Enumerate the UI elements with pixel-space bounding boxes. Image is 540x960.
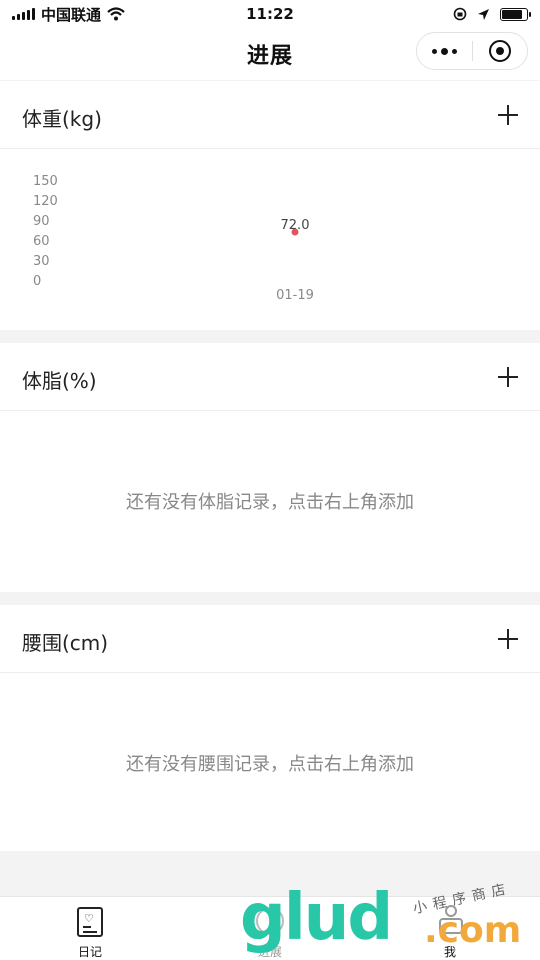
waist-section-header: 腰围(cm) — [0, 605, 540, 673]
tab-bar: ♡ 日记 进展 我 — [0, 896, 540, 960]
more-button[interactable] — [417, 33, 472, 69]
y-tick-label: 60 — [33, 234, 50, 249]
body-fat-empty-text: 还有没有体脂记录，点击右上角添加 — [126, 492, 414, 513]
tab-diary-label: 日记 — [77, 945, 102, 959]
y-tick-label: 120 — [33, 194, 58, 209]
weight-chart-svg: 150 120 90 60 30 0 72.0 01-19 — [33, 174, 314, 303]
me-icon — [438, 905, 464, 937]
close-button[interactable] — [473, 33, 528, 69]
waist-empty-text: 还有没有腰围记录，点击右上角添加 — [126, 754, 414, 775]
waist-section: 腰围(cm) 还有没有腰围记录，点击右上角添加 — [0, 605, 540, 851]
more-icon — [431, 47, 457, 55]
add-body-fat-icon[interactable] — [498, 367, 518, 387]
y-tick-label: 150 — [33, 174, 58, 189]
tab-progress-label: 进展 — [257, 945, 282, 959]
battery-fill — [502, 9, 523, 19]
close-target-icon — [488, 40, 511, 62]
weight-section-header: 体重(kg) — [0, 81, 540, 149]
mini-program-capsule — [416, 32, 528, 70]
waist-title: 腰围(cm) — [22, 631, 109, 655]
progress-icon — [256, 907, 284, 935]
tab-progress[interactable]: 进展 — [180, 897, 360, 960]
battery-icon — [500, 7, 531, 21]
y-tick-label: 30 — [33, 254, 50, 269]
x-tick-label: 01-19 — [276, 288, 314, 303]
add-weight-icon[interactable] — [498, 105, 518, 125]
body-fat-title: 体脂(%) — [22, 369, 97, 393]
status-bar: 中国联通 11:22 — [0, 0, 540, 28]
weight-section: 体重(kg) 150 120 90 60 30 0 72.0 01-19 — [0, 81, 540, 330]
diary-icon: ♡ — [77, 907, 103, 937]
body-fat-section: 体脂(%) 还有没有体脂记录，点击右上角添加 — [0, 343, 540, 592]
status-time: 11:22 — [246, 5, 294, 23]
weight-chart: 150 120 90 60 30 0 72.0 01-19 — [0, 150, 540, 330]
tab-me[interactable]: 我 — [360, 897, 540, 960]
tab-diary[interactable]: ♡ 日记 — [0, 897, 180, 960]
weight-title: 体重(kg) — [22, 107, 102, 131]
y-tick-label: 0 — [33, 274, 41, 289]
tab-me-label: 我 — [443, 945, 456, 959]
nav-bar: 进展 — [0, 28, 540, 80]
body-fat-section-header: 体脂(%) — [0, 343, 540, 411]
data-label: 72.0 — [281, 218, 310, 233]
add-waist-icon[interactable] — [498, 629, 518, 649]
y-tick-label: 90 — [33, 214, 50, 229]
